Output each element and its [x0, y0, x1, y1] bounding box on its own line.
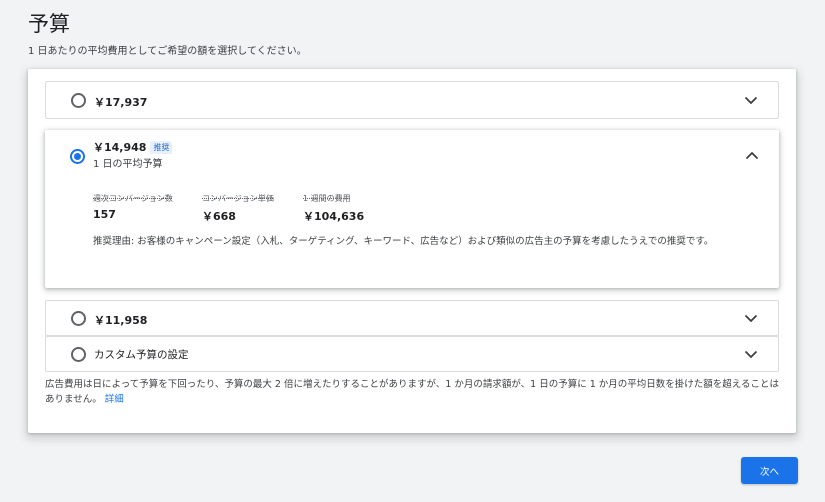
daily-budget-label: 1 日の平均予算 — [93, 159, 163, 170]
metric-cost-per-conversion: コンバージョン単価 ￥668 — [202, 193, 274, 224]
budget-amount: ￥17,937 — [94, 96, 148, 109]
budget-option-17937[interactable]: ￥17,937 — [45, 81, 779, 119]
chevron-up-icon[interactable] — [745, 151, 759, 161]
chevron-down-icon[interactable] — [744, 314, 758, 324]
chevron-down-icon[interactable] — [744, 350, 758, 360]
next-button[interactable]: 次へ — [741, 457, 798, 484]
budget-amount: ￥14,948 推奨 — [93, 139, 173, 155]
metric-value: ￥104,636 — [303, 210, 365, 223]
budget-card: ￥17,937 ￥14,948 推奨 1 日の平均予算 週次コンバージョン数 15… — [28, 69, 796, 433]
metric-label: コンバージョン単価 — [202, 194, 274, 203]
chevron-down-icon[interactable] — [744, 96, 758, 106]
metric-value: 157 — [93, 208, 116, 221]
metric-label: 週次コンバージョン数 — [93, 194, 173, 203]
recommended-badge: 推奨 — [150, 141, 173, 154]
budget-amount: ￥11,958 — [94, 314, 148, 327]
radio-button[interactable] — [71, 93, 86, 108]
metric-label: 1 週間の費用 — [303, 194, 351, 203]
budget-note: 広告費用は日によって予算を下回ったり、予算の最大 2 倍に増えたりすることがあり… — [45, 377, 785, 407]
radio-button[interactable] — [71, 311, 86, 326]
budget-option-11958[interactable]: ￥11,958 — [45, 300, 779, 336]
metric-weekly-cost: 1 週間の費用 ￥104,636 — [303, 193, 364, 224]
page-title: 予算 — [28, 12, 70, 36]
page-subtitle: 1 日あたりの平均費用としてご希望の額を選択してください。 — [28, 46, 307, 57]
radio-button-selected[interactable] — [70, 149, 85, 164]
budget-amount-value: ￥14,948 — [93, 141, 147, 154]
custom-budget-label: カスタム予算の設定 — [94, 349, 189, 361]
radio-button[interactable] — [71, 347, 86, 362]
budget-option-custom[interactable]: カスタム予算の設定 — [45, 336, 779, 372]
budget-option-14948[interactable]: ￥14,948 推奨 1 日の平均予算 週次コンバージョン数 157 コンバージョ… — [45, 130, 779, 288]
metric-value: ￥668 — [202, 210, 236, 223]
learn-more-link[interactable]: 詳細 — [105, 394, 124, 405]
metric-weekly-conversions: 週次コンバージョン数 157 — [93, 193, 173, 221]
recommendation-reason: 推奨理由: お客様のキャンペーン設定（入札、ターゲティング、キーワード、広告など… — [93, 236, 714, 247]
budget-note-text: 広告費用は日によって予算を下回ったり、予算の最大 2 倍に増えたりすることがあり… — [45, 379, 779, 405]
